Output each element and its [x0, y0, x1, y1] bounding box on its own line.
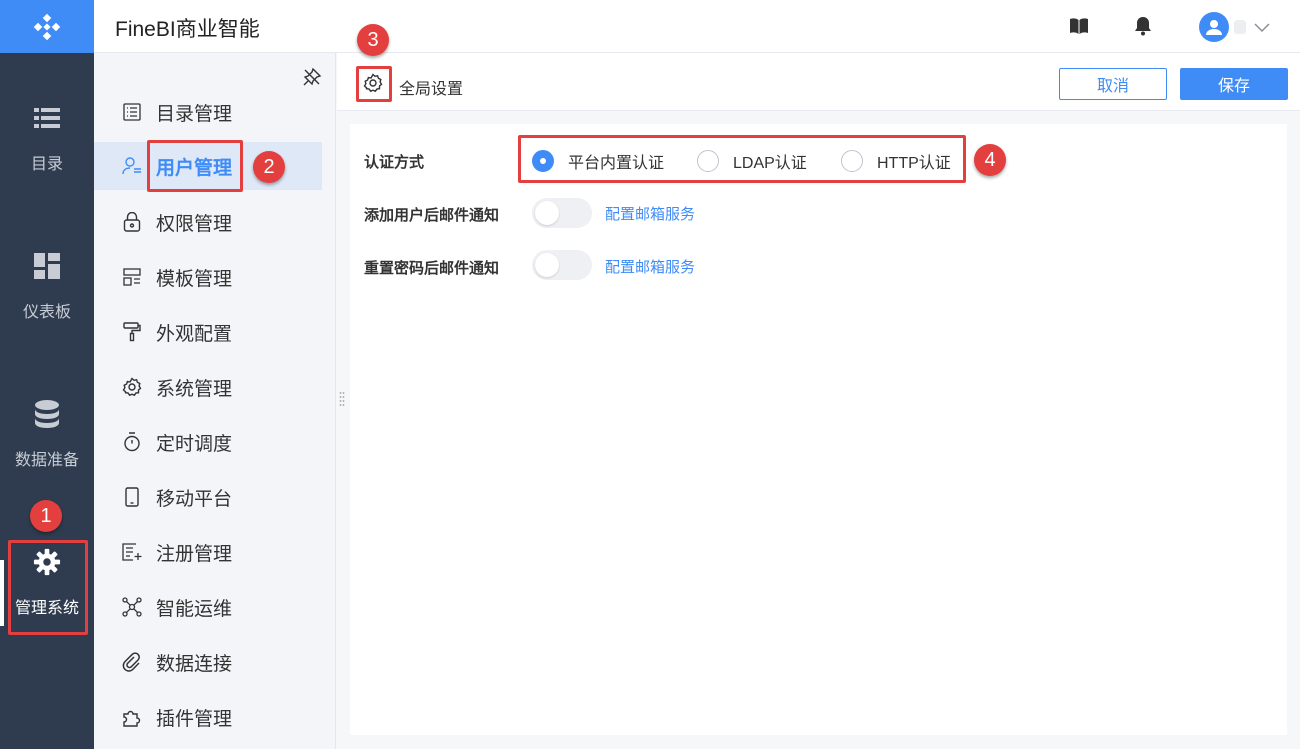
annotation-badge-1: 1 — [30, 500, 62, 532]
rail-item-label: 数据准备 — [14, 452, 79, 469]
reset-pwd-notify-toggle[interactable] — [532, 250, 592, 280]
highlight-box-settings-gear — [356, 66, 392, 102]
nav-item-system[interactable]: 系统管理 — [94, 363, 322, 411]
nav-item-label: 智能运维 — [156, 598, 233, 620]
database-icon — [33, 400, 61, 428]
nav-item-ops[interactable]: 智能运维 — [94, 583, 322, 631]
pin-icon[interactable] — [302, 67, 322, 87]
configure-email-link-1[interactable]: 配置邮箱服务 — [605, 203, 695, 224]
resize-handle[interactable] — [339, 391, 345, 409]
nav-item-label: 系统管理 — [156, 378, 233, 400]
network-icon — [122, 597, 142, 617]
nav-item-label: 目录管理 — [156, 103, 233, 125]
book-icon[interactable] — [1068, 15, 1090, 37]
highlight-box-management — [8, 540, 88, 635]
nav-item-label: 外观配置 — [156, 323, 233, 345]
rail-item-label: 目录 — [30, 156, 63, 173]
nav-item-plugin[interactable]: 插件管理 — [94, 693, 322, 741]
highlight-box-user-management — [147, 140, 243, 192]
chevron-down-icon[interactable] — [1252, 17, 1272, 37]
username-obscured — [1234, 20, 1246, 34]
catalog-icon — [122, 102, 142, 122]
register-icon — [122, 542, 142, 562]
nav-item-template[interactable]: 模板管理 — [94, 253, 322, 301]
timer-icon — [122, 432, 142, 452]
add-user-notify-toggle[interactable] — [532, 198, 592, 228]
nav-item-permission[interactable]: 权限管理 — [94, 198, 322, 246]
rail-item-catalog[interactable]: 目录 — [0, 104, 94, 174]
cancel-button[interactable]: 取消 — [1059, 68, 1167, 100]
save-button[interactable]: 保存 — [1180, 68, 1288, 100]
annotation-badge-4: 4 — [974, 144, 1006, 176]
bell-icon[interactable] — [1132, 15, 1154, 37]
nav-item-register[interactable]: 注册管理 — [94, 528, 322, 576]
auth-method-label: 认证方式 — [364, 154, 425, 171]
nav-item-label: 插件管理 — [156, 708, 233, 730]
plugin-icon — [122, 707, 142, 727]
paint-roller-icon — [122, 322, 142, 342]
logo-icon — [33, 13, 61, 40]
template-icon — [122, 267, 142, 287]
nav-item-data-connection[interactable]: 数据连接 — [94, 638, 322, 686]
rail-item-dashboard[interactable]: 仪表板 — [0, 252, 94, 322]
lock-icon — [122, 212, 142, 232]
nav-item-catalog[interactable]: 目录管理 — [94, 88, 322, 136]
nav-item-label: 定时调度 — [156, 433, 233, 455]
top-header: FineBI商业智能 — [94, 0, 1300, 53]
nav-item-label: 数据连接 — [156, 653, 233, 675]
nav-item-schedule[interactable]: 定时调度 — [94, 418, 322, 466]
reset-pwd-notify-label: 重置密码后邮件通知 — [364, 260, 500, 277]
add-user-notify-label: 添加用户后邮件通知 — [364, 207, 500, 224]
settings-toolbar: 全局设置 取消 保存 — [337, 53, 1300, 111]
dashboard-icon — [33, 252, 61, 280]
nav-item-label: 模板管理 — [156, 268, 233, 290]
nav-item-label: 移动平台 — [156, 488, 233, 510]
annotation-badge-2: 2 — [253, 151, 285, 183]
app-logo[interactable] — [0, 0, 94, 53]
user-icon — [122, 156, 142, 176]
rail-item-data-prep[interactable]: 数据准备 — [0, 400, 94, 470]
nav-item-label: 注册管理 — [156, 543, 233, 565]
annotation-badge-3: 3 — [357, 24, 389, 56]
highlight-box-auth-options — [518, 135, 966, 183]
mobile-icon — [122, 487, 142, 507]
nav-item-appearance[interactable]: 外观配置 — [94, 308, 322, 356]
toggle-knob — [535, 201, 559, 225]
nav-item-label: 权限管理 — [156, 213, 233, 235]
rail-item-label: 仪表板 — [22, 304, 71, 321]
configure-email-link-2[interactable]: 配置邮箱服务 — [605, 256, 695, 277]
app-title: FineBI商业智能 — [115, 18, 260, 41]
main-rail: 目录 仪表板 数据准备 管理系统 — [0, 0, 94, 749]
nav-item-mobile[interactable]: 移动平台 — [94, 473, 322, 521]
list-icon — [33, 104, 61, 132]
toggle-knob — [535, 253, 559, 277]
gear-icon — [122, 377, 142, 397]
global-settings-title: 全局设置 — [399, 81, 464, 98]
user-avatar-icon[interactable] — [1199, 12, 1229, 42]
link-icon — [122, 652, 142, 672]
